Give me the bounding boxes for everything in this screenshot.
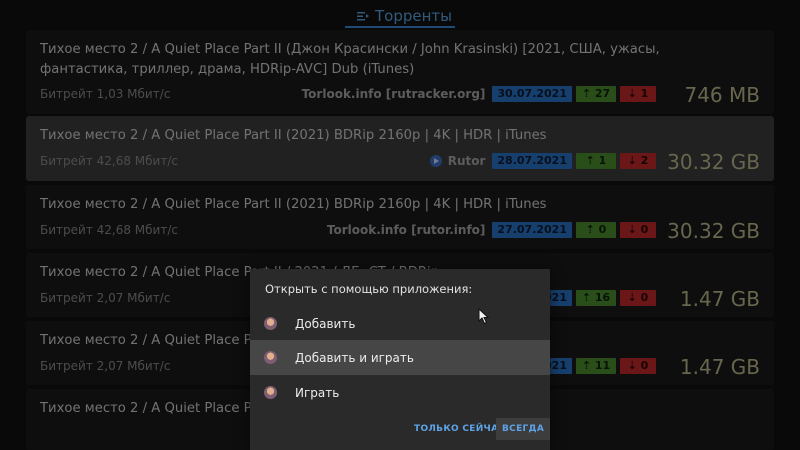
dialog-title: Открыть с помощью приложения: [265, 282, 473, 296]
app-icon [264, 386, 277, 399]
app-icon [264, 351, 277, 364]
open-with-dialog: Открыть с помощью приложения: Добавить Д… [250, 269, 551, 450]
option-add-and-play[interactable]: Добавить и играть [250, 340, 550, 375]
option-label: Играть [295, 385, 340, 400]
app-icon [264, 317, 277, 330]
option-label: Добавить и играть [295, 350, 414, 365]
mouse-cursor-icon [478, 308, 490, 325]
always-button[interactable]: ВСЕГДА [496, 418, 551, 440]
option-add[interactable]: Добавить [250, 306, 550, 341]
option-label: Добавить [295, 316, 356, 331]
option-play[interactable]: Играть [250, 375, 550, 410]
